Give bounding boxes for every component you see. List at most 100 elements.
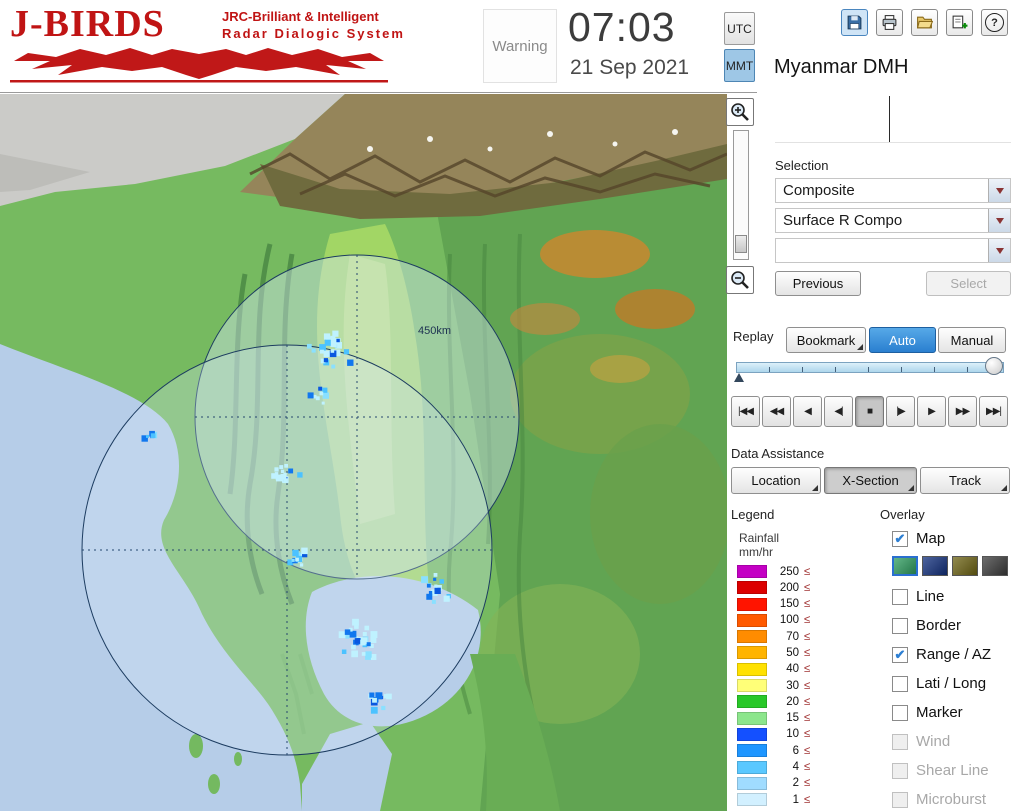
chevron-down-icon[interactable] xyxy=(988,179,1010,202)
transport-step-forward-button[interactable]: |▶ xyxy=(886,396,915,427)
chevron-down-icon[interactable] xyxy=(988,209,1010,232)
select-button[interactable]: Select xyxy=(926,271,1011,296)
import-button[interactable] xyxy=(946,9,973,36)
previous-button[interactable]: Previous xyxy=(775,271,861,296)
legend-lte-symbol: ≤ xyxy=(804,646,811,659)
map-color-swatch[interactable] xyxy=(922,556,948,576)
legend-color-swatch xyxy=(737,711,767,725)
transport-stop-button[interactable]: ■ xyxy=(855,396,884,427)
checkbox[interactable] xyxy=(892,704,908,721)
info-divider-horizontal xyxy=(775,142,1011,143)
map-color-swatch[interactable] xyxy=(982,556,1008,576)
legend-color-swatch xyxy=(737,581,767,595)
replay-slider-start-marker xyxy=(734,373,744,382)
transport-play-back-button[interactable]: ◀ xyxy=(793,396,822,427)
legend-row: 15 ≤ xyxy=(737,711,847,725)
legend-value: 30 xyxy=(786,679,799,692)
x-section-button[interactable]: X-Section xyxy=(824,467,917,494)
legend-value: 50 xyxy=(786,646,799,659)
legend-color-swatch xyxy=(737,695,767,709)
checkbox[interactable] xyxy=(892,617,908,634)
radar-map[interactable]: 450km xyxy=(0,94,727,811)
print-button[interactable] xyxy=(876,9,903,36)
save-icon xyxy=(847,15,862,30)
checkbox[interactable]: ✔ xyxy=(892,530,908,547)
location-button[interactable]: Location xyxy=(731,467,821,494)
legend-color-swatch xyxy=(737,662,767,676)
header-divider xyxy=(0,92,757,93)
clock-date: 21 Sep 2021 xyxy=(570,56,690,79)
legend-color-swatch xyxy=(737,630,767,644)
transport-last-button[interactable]: ▶▶| xyxy=(979,396,1008,427)
zoom-slider-thumb[interactable] xyxy=(735,235,747,253)
legend-scale: 250 ≤200 ≤150 ≤100 ≤70 ≤50 ≤40 ≤30 ≤20 ≤15 ≤10 ≤6 ≤4… xyxy=(737,565,847,809)
checkbox xyxy=(892,791,908,808)
zoom-slider-track[interactable] xyxy=(733,130,749,260)
bookmark-button[interactable]: Bookmark xyxy=(786,327,866,353)
legend-row: 10 ≤ xyxy=(737,727,847,741)
transport-play-button[interactable]: ▶ xyxy=(917,396,946,427)
replay-slider-handle[interactable] xyxy=(985,357,1003,375)
transport-first-button[interactable]: |◀◀ xyxy=(731,396,760,427)
overlay-item-marker[interactable]: Marker xyxy=(892,704,1028,721)
dropdown-value: Surface R Compo xyxy=(783,212,903,229)
overlay-item-range-az[interactable]: ✔ Range / AZ xyxy=(892,646,1028,663)
overlay-item-line[interactable]: Line xyxy=(892,588,1028,605)
transport-step-back-button[interactable]: ◀| xyxy=(824,396,853,427)
legend-value: 40 xyxy=(786,663,799,676)
overlay-label: Overlay xyxy=(880,507,925,522)
map-color-swatch[interactable] xyxy=(892,556,918,576)
replay-slider-track[interactable] xyxy=(736,362,1004,373)
legend-color-swatch xyxy=(737,760,767,774)
checkbox[interactable]: ✔ xyxy=(892,646,908,663)
overlay-item-map[interactable]: ✔ Map xyxy=(892,530,1028,547)
map-color-swatch[interactable] xyxy=(952,556,978,576)
selection-label: Selection xyxy=(775,158,829,173)
overlay-item-shear-line: Shear Line xyxy=(892,762,1028,779)
utc-toggle-button[interactable]: UTC xyxy=(724,12,755,45)
replay-slider-ticks xyxy=(737,367,1003,372)
legend-row: 100 ≤ xyxy=(737,613,847,627)
legend-lte-symbol: ≤ xyxy=(804,630,811,643)
dropdown-composite[interactable]: Composite xyxy=(775,178,1011,203)
header: J-BIRDS JRC-Brilliant & Intelligent Rada… xyxy=(0,0,1030,94)
legend-value: 15 xyxy=(786,712,799,725)
overlay-item-lati-long[interactable]: Lati / Long xyxy=(892,675,1028,692)
legend-value: 150 xyxy=(779,598,799,611)
warning-status: Warning xyxy=(483,9,557,83)
zoom-in-button[interactable] xyxy=(726,98,754,126)
legend-row: 2 ≤ xyxy=(737,776,847,790)
legend-color-swatch xyxy=(737,679,767,693)
save-button[interactable] xyxy=(841,9,868,36)
overlay-item-label: Microburst xyxy=(916,791,987,808)
legend-lte-symbol: ≤ xyxy=(804,695,811,708)
checkbox[interactable] xyxy=(892,588,908,605)
help-button[interactable]: ? xyxy=(981,9,1008,36)
dropdown-extra[interactable] xyxy=(775,238,1011,263)
app-subtitle-line1: JRC-Brilliant & Intelligent xyxy=(222,9,379,24)
auto-button[interactable]: Auto xyxy=(869,327,936,353)
overlay-item-label: Shear Line xyxy=(916,762,989,779)
transport-rewind-button[interactable]: ◀◀ xyxy=(762,396,791,427)
dropdown-product[interactable]: Surface R Compo xyxy=(775,208,1011,233)
legend-lte-symbol: ≤ xyxy=(804,581,811,594)
zoom-out-icon xyxy=(731,271,749,289)
info-divider-vertical xyxy=(889,96,890,142)
app-title: J-BIRDS xyxy=(10,3,165,45)
data-assistance-label: Data Assistance xyxy=(731,446,825,461)
warning-label: Warning xyxy=(492,37,548,55)
open-file-button[interactable] xyxy=(911,9,938,36)
overlay-item-border[interactable]: Border xyxy=(892,617,1028,634)
legend-lte-symbol: ≤ xyxy=(804,744,811,757)
checkbox[interactable] xyxy=(892,675,908,692)
legend-row: 4 ≤ xyxy=(737,760,847,774)
legend-lte-symbol: ≤ xyxy=(804,761,811,774)
zoom-out-button[interactable] xyxy=(726,266,754,294)
manual-button[interactable]: Manual xyxy=(938,327,1006,353)
import-plus-icon xyxy=(952,15,968,29)
legend-value: 2 xyxy=(792,777,799,790)
chevron-down-icon[interactable] xyxy=(988,239,1010,262)
mmt-toggle-button[interactable]: MMT xyxy=(724,49,755,82)
track-button[interactable]: Track xyxy=(920,467,1010,494)
transport-fast-forward-button[interactable]: ▶▶ xyxy=(948,396,977,427)
